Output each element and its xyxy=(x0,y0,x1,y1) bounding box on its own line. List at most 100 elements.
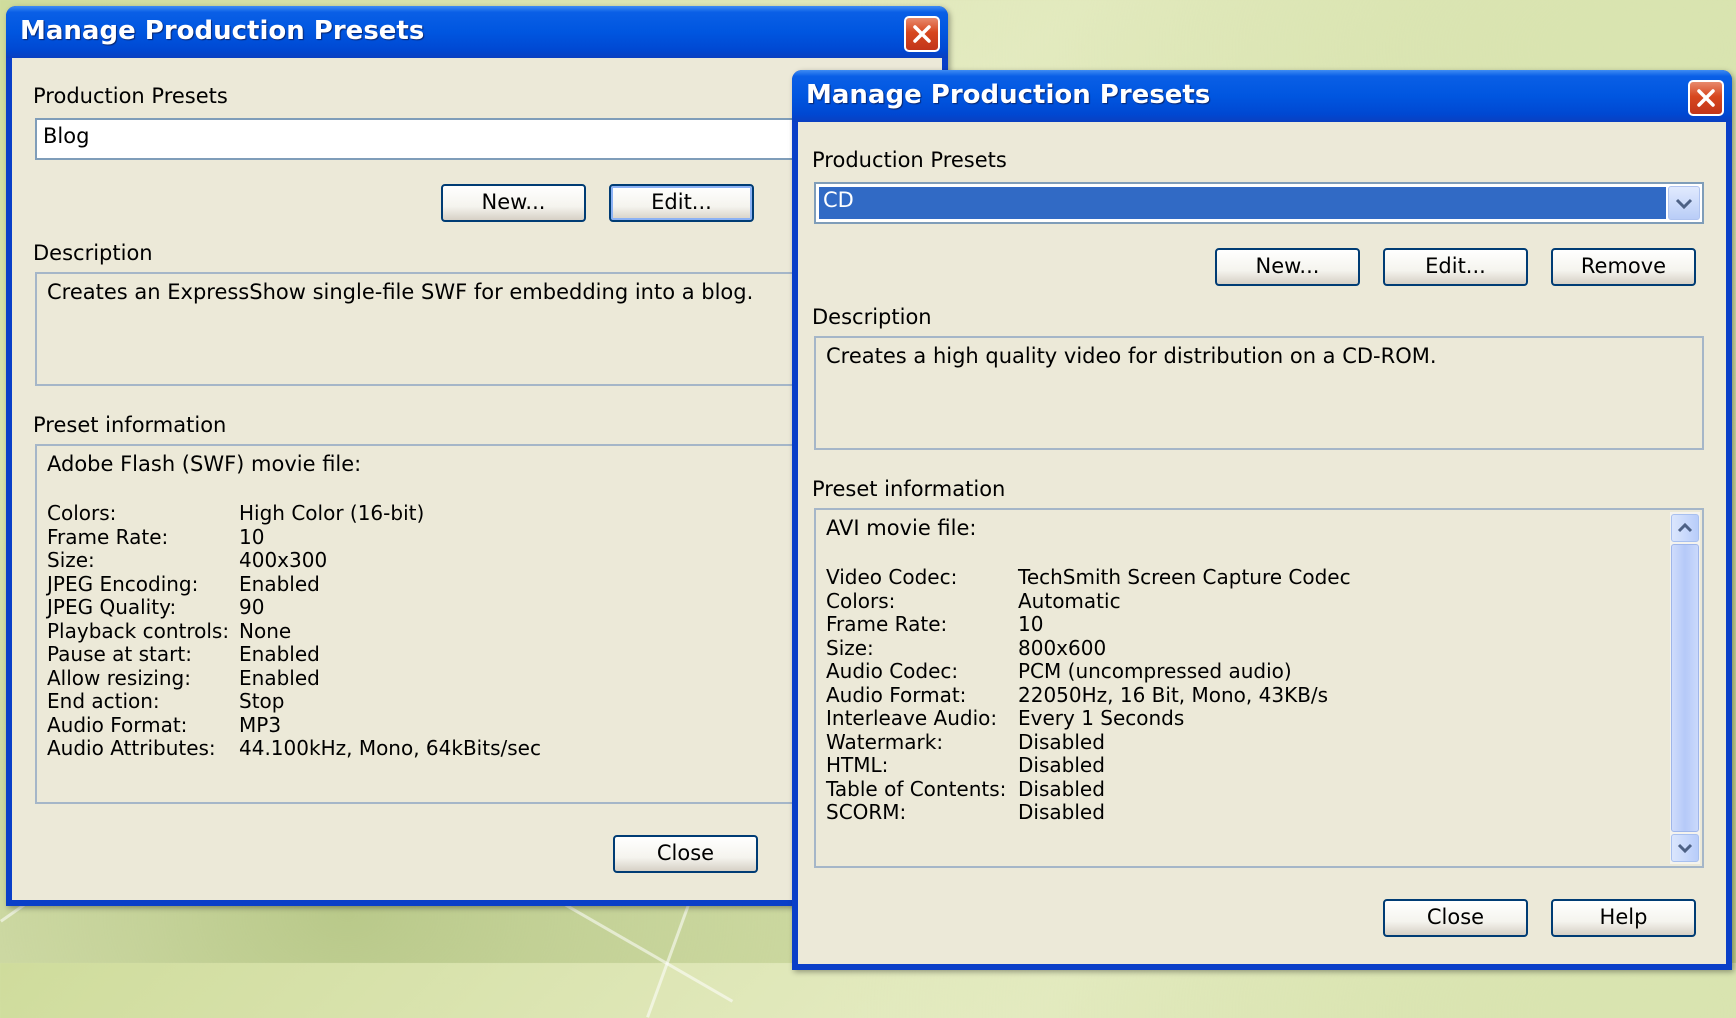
preset-info-value: Automatic xyxy=(1018,588,1121,613)
close-window-button[interactable] xyxy=(1688,80,1724,116)
preset-information-label: Preset information xyxy=(812,477,1006,501)
preset-information-box: AVI movie file: Video Codec: TechSmith Sc… xyxy=(814,508,1704,868)
preset-info-row: SCORM: Disabled xyxy=(826,800,1351,825)
help-button[interactable]: Help xyxy=(1551,899,1696,937)
preset-info-row: Frame Rate: 10 xyxy=(826,612,1351,637)
preset-info-row: Pause at start: Enabled xyxy=(47,642,541,667)
preset-info-key: Frame Rate: xyxy=(47,524,169,549)
preset-info-row: Audio Attributes: 44.100kHz, Mono, 64kBit… xyxy=(47,736,541,761)
preset-info-value: TechSmith Screen Capture Codec xyxy=(1018,565,1351,589)
preset-info-list: Video Codec: TechSmith Screen Capture Cod… xyxy=(826,565,1351,825)
preset-info-value: 22050Hz, 16 Bit, Mono, 43KB/s xyxy=(1018,682,1329,707)
title-bar[interactable]: Manage Production Presets xyxy=(6,6,948,58)
preset-info-value: Disabled xyxy=(1018,753,1105,777)
preset-info-value: MP3 xyxy=(239,712,282,737)
preset-info-key: Playback controls: xyxy=(47,618,230,643)
preset-info-row: End action: Stop xyxy=(47,689,541,714)
new-preset-button[interactable]: New... xyxy=(441,184,586,222)
title-bar[interactable]: Manage Production Presets xyxy=(792,70,1732,122)
preset-info-list: Colors: High Color (16-bit) Frame Rate: 10 S… xyxy=(47,501,541,761)
preset-info-key: JPEG Quality: xyxy=(47,595,177,619)
preset-info-row: Colors: Automatic xyxy=(826,588,1351,614)
description-text: Creates a high quality video for distrib… xyxy=(826,344,1437,368)
preset-info-value: Every 1 Seconds xyxy=(1018,706,1185,730)
preset-info-value: None xyxy=(239,618,292,643)
remove-preset-button[interactable]: Remove xyxy=(1551,248,1696,286)
preset-info-row: Size: 800x600 xyxy=(826,635,1351,661)
preset-info-row: Watermark: Disabled xyxy=(826,729,1351,755)
preset-info-value: 10 xyxy=(1018,612,1044,636)
background-decoration xyxy=(558,900,734,1003)
window-title: Manage Production Presets xyxy=(806,80,1211,110)
preset-info-key: Colors: xyxy=(826,588,896,613)
preset-information-label: Preset information xyxy=(33,413,227,437)
preset-info-key: Audio Format: xyxy=(47,712,188,737)
preset-info-key: End action: xyxy=(47,689,160,713)
preset-info-value: 90 xyxy=(239,595,265,619)
preset-info-row: Audio Format: 22050Hz, 16 Bit, Mono, 43KB… xyxy=(826,682,1351,708)
scroll-up-button[interactable] xyxy=(1671,514,1699,542)
preset-info-row: Colors: High Color (16-bit) xyxy=(47,501,541,526)
preset-info-key: Frame Rate: xyxy=(826,612,948,636)
production-presets-label: Production Presets xyxy=(33,84,228,108)
preset-info-header: Adobe Flash (SWF) movie file: xyxy=(47,452,362,476)
preset-info-row: Video Codec: TechSmith Screen Capture Cod… xyxy=(826,565,1351,590)
vertical-scrollbar[interactable] xyxy=(1670,512,1700,864)
preset-info-key: Audio Attributes: xyxy=(47,736,216,760)
description-box: Creates a high quality video for distrib… xyxy=(814,336,1704,450)
production-presets-dropdown[interactable]: CD xyxy=(814,182,1704,224)
preset-info-value: Enabled xyxy=(239,571,320,596)
close-icon xyxy=(1697,89,1715,107)
preset-info-key: Audio Format: xyxy=(826,682,967,707)
chevron-down-icon xyxy=(1675,198,1693,210)
preset-info-key: HTML: xyxy=(826,753,889,777)
preset-info-value: 10 xyxy=(239,524,265,549)
preset-info-value: Stop xyxy=(239,689,285,713)
preset-info-value: High Color (16-bit) xyxy=(239,501,425,525)
new-preset-button[interactable]: New... xyxy=(1215,248,1360,286)
preset-info-row: JPEG Encoding: Enabled xyxy=(47,571,541,597)
scroll-down-arrow-icon xyxy=(1677,843,1693,854)
close-button[interactable]: Close xyxy=(613,835,758,873)
close-window-button[interactable] xyxy=(904,16,940,52)
preset-info-row: HTML: Disabled xyxy=(826,753,1351,778)
preset-info-row: Audio Codec: PCM (uncompressed audio) xyxy=(826,659,1351,684)
scroll-up-arrow-icon xyxy=(1677,522,1693,533)
preset-info-row: Size: 400x300 xyxy=(47,548,541,573)
background-decoration xyxy=(646,903,690,1018)
scroll-down-button[interactable] xyxy=(1671,834,1699,862)
preset-info-key: Size: xyxy=(47,548,95,572)
preset-info-row: Playback controls: None xyxy=(47,618,541,644)
dialog-client: Production Presets CD New... Edit... Rem… xyxy=(798,122,1726,964)
preset-info-value: Disabled xyxy=(1018,729,1105,754)
preset-info-value: Disabled xyxy=(1018,800,1105,824)
manage-presets-window-cd: Manage Production Presets Production Pre… xyxy=(792,70,1732,970)
preset-info-key: Audio Codec: xyxy=(826,659,959,683)
preset-info-row: Allow resizing: Enabled xyxy=(47,665,541,691)
dropdown-button[interactable] xyxy=(1668,186,1700,220)
preset-info-value: 400x300 xyxy=(239,548,328,572)
preset-info-key: Pause at start: xyxy=(47,642,192,666)
preset-info-key: Allow resizing: xyxy=(47,665,191,690)
preset-info-value: Enabled xyxy=(239,642,320,666)
preset-info-value: 44.100kHz, Mono, 64kBits/sec xyxy=(239,736,541,760)
preset-info-key: Watermark: xyxy=(826,729,944,754)
preset-info-row: JPEG Quality: 90 xyxy=(47,595,541,620)
preset-info-row: Frame Rate: 10 xyxy=(47,524,541,550)
preset-info-key: Video Codec: xyxy=(826,565,958,589)
preset-info-value: 800x600 xyxy=(1018,635,1107,660)
edit-preset-button[interactable]: Edit... xyxy=(609,184,754,222)
description-text: Creates an ExpressShow single-file SWF f… xyxy=(47,280,754,304)
preset-info-key: SCORM: xyxy=(826,800,907,824)
preset-info-key: Colors: xyxy=(47,501,117,525)
description-label: Description xyxy=(812,305,932,329)
preset-info-key: JPEG Encoding: xyxy=(47,571,199,596)
preset-info-row: Audio Format: MP3 xyxy=(47,712,541,738)
close-button[interactable]: Close xyxy=(1383,899,1528,937)
window-title: Manage Production Presets xyxy=(20,16,425,46)
production-presets-label: Production Presets xyxy=(812,148,1007,172)
scrollbar-thumb[interactable] xyxy=(1671,544,1699,832)
selected-preset: CD xyxy=(819,187,1666,219)
edit-preset-button[interactable]: Edit... xyxy=(1383,248,1528,286)
preset-info-value: Disabled xyxy=(1018,776,1105,801)
